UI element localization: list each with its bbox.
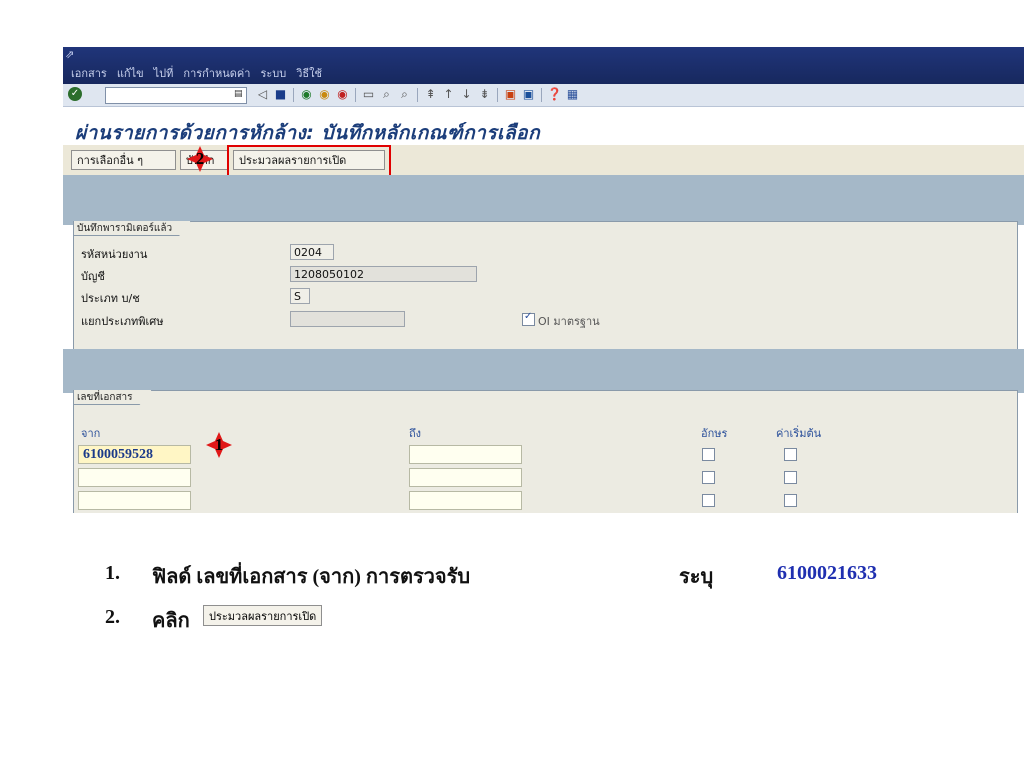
doc-to-input-2[interactable]: [409, 468, 522, 487]
instruction-2-number: 2.: [105, 606, 120, 628]
previous-page-icon[interactable]: ↑: [441, 87, 456, 102]
band-2: [63, 349, 1024, 393]
step-2-number: 2: [195, 149, 205, 168]
menu-goto[interactable]: ไปที่: [154, 64, 174, 82]
back-icon[interactable]: ◉: [299, 87, 314, 102]
shortcut-icon[interactable]: ▣: [521, 87, 536, 102]
to-label: ถึง: [409, 427, 422, 440]
doc-from-input-2[interactable]: [78, 468, 191, 487]
character-label: อักษร: [701, 427, 728, 440]
first-page-icon[interactable]: ⇞: [423, 87, 438, 102]
step-1-marker: 1: [206, 432, 232, 458]
menu-settings[interactable]: การกำหนดค่า: [183, 64, 250, 82]
other-selection-button[interactable]: การเลือกอื่น ๆ: [71, 150, 176, 170]
menu-system[interactable]: ระบบ: [260, 64, 286, 82]
doc-to-input-1[interactable]: [409, 445, 522, 464]
command-history-icon[interactable]: ▤: [234, 89, 243, 99]
find-next-icon[interactable]: ⌕: [397, 87, 412, 102]
standard-oi-checkbox[interactable]: [522, 311, 535, 326]
new-session-icon[interactable]: ▣: [503, 87, 518, 102]
layout-menu-icon[interactable]: ▦: [565, 87, 580, 102]
menu-edit[interactable]: แก้ไข: [117, 64, 144, 82]
initial-checkbox-3[interactable]: [784, 494, 797, 507]
doc-from-input-1[interactable]: 6100059528: [78, 445, 191, 464]
next-page-icon[interactable]: ↓: [459, 87, 474, 102]
from-label: จาก: [81, 427, 101, 440]
doc-to-input-3[interactable]: [409, 491, 522, 510]
parameters-group-title: บันทึกพารามิเตอร์แล้ว: [74, 221, 191, 236]
doc-from-input-3[interactable]: [78, 491, 191, 510]
print-icon[interactable]: ▭: [361, 87, 376, 102]
instruction-2-text: คลิก: [152, 610, 190, 632]
account-label: บัญชี: [81, 270, 105, 283]
instruction-1-number: 1.: [105, 562, 120, 584]
page-title: ผ่านรายการด้วยการหักล้าง: บันทึกหลักเกณฑ…: [75, 122, 541, 144]
sap-menu-icon[interactable]: ⇗: [65, 48, 79, 61]
instruction-1-text: ฟิลด์ เลขที่เอกสาร (จาก) การตรวจรับ: [152, 566, 471, 588]
account-field: 1208050102: [290, 266, 477, 282]
enter-check-icon[interactable]: ✓: [68, 87, 82, 101]
instruction-1-value: 6100021633: [777, 562, 877, 584]
save-icon[interactable]: ■: [273, 87, 288, 102]
instruction-process-open-items-button: ประมวลผลรายการเปิด: [203, 605, 323, 626]
instruction-1-action: ระบุ: [679, 566, 714, 588]
menu-items: เอกสาร แก้ไข ไปที่ การกำหนดค่า ระบบ วิธี…: [63, 64, 322, 82]
cancel-icon[interactable]: ◉: [335, 87, 350, 102]
help-icon[interactable]: ❓: [547, 87, 562, 102]
highlight-process-open-items: [227, 145, 391, 179]
character-checkbox-2[interactable]: [702, 471, 715, 484]
menu-document[interactable]: เอกสาร: [71, 64, 107, 82]
system-toolbar: ✓ ▤ ◁ ■ ◉ ◉ ◉ ▭ ⌕ ⌕ ⇞ ↑ ↓ ⇟ ▣ ▣ ❓ ▦: [63, 84, 1024, 107]
sap-window: ⇗ เอกสาร แก้ไข ไปที่ การกำหนดค่า ระบบ วิ…: [63, 47, 1024, 513]
step-1-number: 1: [214, 435, 224, 454]
document-number-group-title: เลขที่เอกสาร: [74, 390, 152, 405]
standard-oi-label: OI มาตรฐาน: [538, 315, 600, 328]
account-type-field: S: [290, 288, 310, 304]
special-gl-field: [290, 311, 405, 327]
back-arrow-icon[interactable]: ◁: [255, 87, 270, 102]
character-checkbox-1[interactable]: [702, 448, 715, 461]
exit-icon[interactable]: ◉: [317, 87, 332, 102]
company-code-field: 0204: [290, 244, 334, 260]
initial-checkbox-2[interactable]: [784, 471, 797, 484]
special-gl-label: แยกประเภทพิเศษ: [81, 315, 164, 328]
initial-value-label: ค่าเริ่มต้น: [776, 427, 822, 440]
command-field[interactable]: ▤: [105, 87, 247, 104]
parameters-group: บันทึกพารามิเตอร์แล้ว รหัสหน่วยงาน 0204 …: [73, 221, 1018, 351]
last-page-icon[interactable]: ⇟: [477, 87, 492, 102]
find-icon[interactable]: ⌕: [379, 87, 394, 102]
company-code-label: รหัสหน่วยงาน: [81, 248, 148, 261]
band-1: [63, 175, 1024, 225]
menu-help[interactable]: วิธีใช้: [296, 64, 322, 82]
menu-bar: ⇗ เอกสาร แก้ไข ไปที่ การกำหนดค่า ระบบ วิ…: [63, 47, 1024, 84]
initial-checkbox-1[interactable]: [784, 448, 797, 461]
account-type-label: ประเภท บ/ช: [81, 292, 140, 305]
character-checkbox-3[interactable]: [702, 494, 715, 507]
step-2-marker: 2: [187, 146, 213, 172]
